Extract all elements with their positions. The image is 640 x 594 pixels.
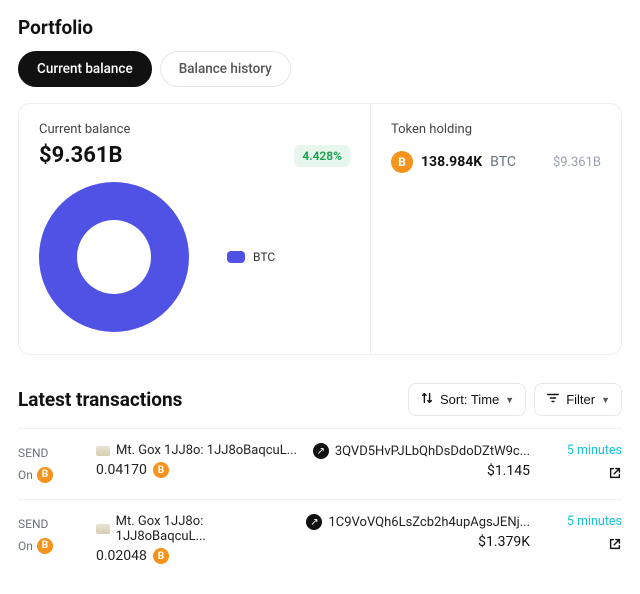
chevron-down-icon: ▼ xyxy=(601,395,610,405)
filter-label: Filter xyxy=(566,392,595,407)
sort-icon xyxy=(420,391,434,408)
bitcoin-icon: B xyxy=(37,467,53,483)
transactions-controls: Sort: Time ▼ Filter ▼ xyxy=(408,383,622,416)
tx-time: 5 minutes xyxy=(544,443,622,458)
filter-icon xyxy=(546,391,560,408)
tab-current-balance[interactable]: Current balance xyxy=(18,51,152,87)
balance-label: Current balance xyxy=(39,122,350,137)
transactions-list: SEND On B Mt. Gox 1JJ8o: 1JJ8oBaqcuL... … xyxy=(18,428,622,578)
balance-value: $9.361B xyxy=(39,143,123,168)
portfolio-card: Current balance $9.361B 4.428% BTC Token… xyxy=(18,103,622,355)
bitcoin-icon: B xyxy=(37,538,53,554)
transaction-row[interactable]: SEND On B Mt. Gox 1JJ8o: 1JJ8oBaqcuL... … xyxy=(18,499,622,578)
sort-label: Sort: Time xyxy=(440,392,499,407)
tx-type: SEND xyxy=(18,514,82,534)
holding-usd: $9.361B xyxy=(553,155,601,170)
page-title: Portfolio xyxy=(18,16,622,39)
holding-amount: 138.984K xyxy=(421,154,482,170)
tx-on-label: On xyxy=(18,465,33,485)
tx-usd: $1.145 xyxy=(313,463,530,479)
bitcoin-icon: B xyxy=(391,151,413,173)
tabs: Current balance Balance history xyxy=(18,51,622,87)
wallet-tag-icon xyxy=(96,524,110,534)
chart-legend: BTC xyxy=(227,250,275,264)
transaction-row[interactable]: SEND On B Mt. Gox 1JJ8o: 1JJ8oBaqcuL... … xyxy=(18,428,622,499)
wallet-tag-icon xyxy=(96,446,110,456)
sort-button[interactable]: Sort: Time ▼ xyxy=(408,383,526,416)
tab-balance-history[interactable]: Balance history xyxy=(160,51,291,87)
balance-change-badge: 4.428% xyxy=(294,145,350,167)
arrow-out-icon: ↗ xyxy=(306,514,322,530)
tx-from: Mt. Gox 1JJ8o: 1JJ8oBaqcuL... xyxy=(116,443,297,458)
bitcoin-icon: B xyxy=(153,462,169,478)
tx-to: 1C9VoVQh6LsZcb2h4upAgsJENj... xyxy=(328,515,530,530)
bitcoin-icon: B xyxy=(153,548,169,564)
tx-amount: 0.02048 xyxy=(96,548,147,564)
tx-amount: 0.04170 xyxy=(96,462,147,478)
holding-symbol: BTC xyxy=(490,154,516,170)
legend-label-btc: BTC xyxy=(253,250,275,264)
holdings-panel: Token holding B 138.984K BTC $9.361B xyxy=(371,104,621,354)
filter-button[interactable]: Filter ▼ xyxy=(534,383,622,416)
tx-to: 3QVD5HvPJLbQhDsDdoDZtW9c... xyxy=(335,444,530,459)
tx-on-label: On xyxy=(18,536,33,556)
tx-type: SEND xyxy=(18,443,82,463)
external-link-icon[interactable] xyxy=(608,466,622,480)
tx-usd: $1.379K xyxy=(306,534,530,550)
external-link-icon[interactable] xyxy=(608,537,622,551)
holding-row[interactable]: B 138.984K BTC $9.361B xyxy=(391,151,601,173)
holdings-label: Token holding xyxy=(391,122,601,137)
tx-time: 5 minutes xyxy=(544,514,622,529)
legend-swatch-btc xyxy=(227,251,245,263)
arrow-out-icon: ↗ xyxy=(313,443,329,459)
donut-chart xyxy=(39,182,189,332)
transactions-title: Latest transactions xyxy=(18,388,182,411)
balance-panel: Current balance $9.361B 4.428% BTC xyxy=(19,104,371,354)
chevron-down-icon: ▼ xyxy=(505,395,514,405)
